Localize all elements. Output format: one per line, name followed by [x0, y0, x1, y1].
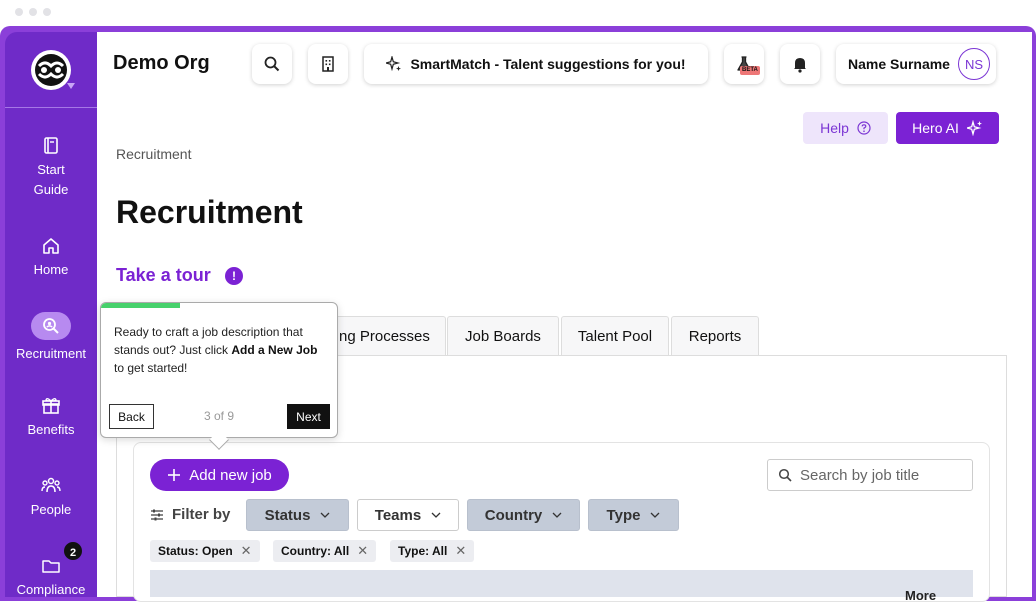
notifications-button[interactable] [780, 44, 820, 84]
filter-chip-type: Type: All ✕ [390, 540, 475, 562]
filter-by-label: Filter by [172, 506, 231, 523]
close-icon[interactable]: ✕ [357, 543, 368, 559]
avatar: NS [957, 48, 990, 80]
tab-label: Talent Pool [577, 328, 653, 345]
tour-next-button[interactable]: Next [287, 404, 330, 429]
app-window: Start Guide Home Recruitment Benefits Pe… [0, 0, 1036, 603]
user-menu[interactable]: Name Surname NS [836, 44, 996, 84]
sidebar-item-label: Home [33, 262, 69, 277]
close-icon[interactable]: ✕ [455, 543, 466, 559]
tab-label: Reports [688, 328, 742, 345]
recruitment-search-icon [43, 318, 59, 334]
filter-label: Teams [374, 506, 422, 524]
add-new-job-label: Add new job [189, 466, 272, 484]
sidebar-item-label: People [30, 502, 72, 517]
smartmatch-label: SmartMatch - Talent suggestions for you! [410, 56, 686, 72]
take-a-tour-link[interactable]: Take a tour [116, 265, 211, 286]
page-title: Recruitment [116, 194, 303, 230]
sidebar-item-recruitment[interactable]: Recruitment [5, 312, 97, 364]
gift-icon [42, 398, 60, 414]
search-icon [264, 56, 280, 72]
jobs-table-header [150, 570, 973, 597]
tour-progress-bar [101, 303, 180, 308]
plus-icon [168, 469, 181, 481]
beta-badge: BETA [740, 66, 760, 75]
notification-badge: 2 [62, 540, 84, 562]
sidebar-item-benefits[interactable]: Benefits [5, 396, 97, 440]
sidebar-item-compliance[interactable]: 2 Compliance [5, 540, 97, 597]
country-filter[interactable]: Country [467, 499, 580, 531]
tab-label: ng Processes [339, 328, 430, 345]
filter-chip-country: Country: All ✕ [273, 540, 377, 562]
org-name: Demo Org [113, 52, 210, 74]
book-icon [44, 137, 58, 154]
search-input[interactable] [800, 466, 960, 484]
sparkle-icon [386, 56, 402, 72]
chip-label: Country: All [281, 544, 350, 558]
chevron-down-icon [67, 83, 75, 89]
chevron-down-icon [552, 512, 562, 518]
tour-tooltip: Ready to craft a job description that st… [100, 302, 338, 450]
alert-icon: ! [225, 267, 243, 285]
active-indicator [31, 312, 71, 340]
filter-label: Status [264, 506, 311, 524]
window-dot-maximize[interactable] [43, 8, 51, 16]
search-icon [778, 468, 792, 482]
close-icon[interactable]: ✕ [241, 543, 252, 559]
sidebar-item-people[interactable]: People [5, 476, 97, 520]
tab-reports[interactable]: Reports [671, 316, 759, 356]
hero-ai-button[interactable]: Hero AI [896, 112, 999, 144]
filter-chip-status: Status: Open ✕ [150, 540, 260, 562]
sliders-icon [151, 509, 163, 520]
job-search [767, 459, 973, 491]
smartmatch-button[interactable]: SmartMatch - Talent suggestions for you! [364, 44, 708, 84]
help-label: Help [820, 120, 849, 136]
organization-button[interactable] [308, 44, 348, 84]
add-new-job-button[interactable]: Add new job [150, 459, 289, 491]
breadcrumb[interactable]: Recruitment [116, 146, 191, 162]
sidebar-item-start-guide[interactable]: Start Guide [5, 136, 97, 200]
chevron-down-icon [650, 512, 660, 518]
filter-label: Type [606, 506, 641, 524]
tab-talent-pool[interactable]: Talent Pool [561, 316, 669, 356]
search-button[interactable] [252, 44, 292, 84]
help-button[interactable]: Help [803, 112, 888, 144]
sparkle-icon [966, 120, 982, 136]
tab-job-boards[interactable]: Job Boards [447, 316, 559, 356]
sidebar-item-label: Start Guide [33, 162, 69, 197]
bell-icon [794, 58, 806, 73]
people-icon [41, 477, 61, 493]
sidebar-item-label: Compliance [16, 582, 86, 597]
tour-step-counter: 3 of 9 [204, 409, 235, 423]
hero-ai-label: Hero AI [912, 120, 959, 136]
title-bar [0, 0, 1036, 26]
window-dot-minimize[interactable] [29, 8, 37, 16]
tab-label: Job Boards [465, 328, 541, 345]
building-icon [322, 56, 334, 72]
folder-icon [42, 560, 60, 573]
org-switcher[interactable] [5, 32, 97, 108]
tour-back-button[interactable]: Back [109, 404, 154, 429]
filter-by: Filter by [150, 506, 230, 523]
user-name: Name Surname [848, 56, 950, 72]
sidebar: Start Guide Home Recruitment Benefits Pe… [5, 32, 97, 597]
filter-label: Country [484, 506, 543, 524]
sidebar-item-label: Recruitment [15, 346, 87, 361]
type-filter[interactable]: Type [588, 499, 679, 531]
chip-label: Type: All [398, 544, 448, 558]
window-dot-close[interactable] [15, 8, 23, 16]
sidebar-item-label: Benefits [27, 422, 75, 437]
chevron-down-icon [320, 512, 330, 518]
sidebar-item-home[interactable]: Home [5, 236, 97, 280]
labs-button[interactable]: BETA [724, 44, 764, 84]
status-filter[interactable]: Status [246, 499, 349, 531]
question-circle-icon [857, 121, 871, 135]
chip-label: Status: Open [158, 544, 233, 558]
teams-filter[interactable]: Teams [357, 499, 459, 531]
chevron-down-icon [431, 512, 441, 518]
home-icon [43, 238, 59, 254]
tour-step-text: Ready to craft a job description that st… [114, 325, 318, 375]
